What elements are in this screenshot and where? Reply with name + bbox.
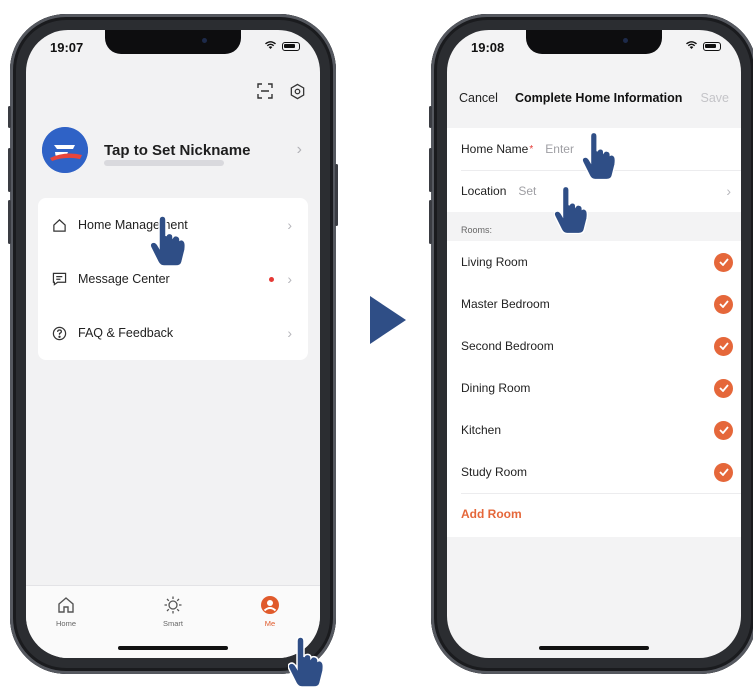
tab-smart[interactable]: Smart — [143, 594, 203, 628]
room-row-living-room[interactable]: Living Room — [447, 241, 741, 283]
room-row-master-bedroom[interactable]: Master Bedroom — [447, 283, 741, 325]
profile-icon — [240, 594, 300, 616]
cancel-button[interactable]: Cancel — [459, 91, 498, 105]
volume-down-button — [8, 200, 11, 244]
volume-up-button — [429, 148, 432, 192]
notch — [105, 30, 241, 54]
home-name-input[interactable]: Enter — [545, 142, 574, 156]
mute-switch — [8, 106, 11, 128]
brand-logo-icon — [42, 127, 88, 173]
location-label: Location — [461, 184, 507, 198]
tab-me[interactable]: Me — [240, 594, 300, 628]
room-row-study-room[interactable]: Study Room — [447, 451, 741, 493]
room-name: Dining Room — [461, 381, 531, 395]
pointing-hand-icon — [288, 636, 324, 688]
status-icons — [685, 40, 721, 53]
rooms-section: Living Room Master Bedroom Second Bedroo… — [447, 241, 741, 537]
settings-gear-icon[interactable] — [288, 82, 306, 100]
pointing-hand-icon — [554, 186, 588, 234]
left-screen: 19:07 Tap to Set Nickname › Home Managem… — [26, 30, 320, 658]
battery-icon — [282, 42, 300, 51]
home-icon — [36, 594, 96, 616]
checkmark-icon[interactable] — [714, 420, 733, 440]
menu-item-label: FAQ & Feedback — [78, 326, 174, 340]
room-name: Study Room — [461, 465, 528, 479]
room-row-second-bedroom[interactable]: Second Bedroom — [447, 325, 741, 367]
chevron-right-icon: › — [726, 183, 731, 199]
left-phone: 19:07 Tap to Set Nickname › Home Managem… — [8, 14, 338, 674]
tab-label: Smart — [162, 619, 183, 628]
chevron-right-icon: › — [287, 271, 292, 287]
room-name: Kitchen — [461, 423, 502, 437]
unread-dot — [269, 276, 274, 282]
home-name-label: Home Name — [461, 142, 529, 156]
right-phone: 19:08 Cancel Complete Home Information S… — [429, 14, 753, 674]
wifi-icon — [264, 40, 277, 53]
checkmark-icon[interactable] — [714, 462, 733, 482]
add-room-button[interactable]: Add Room — [447, 493, 741, 535]
volume-up-button — [8, 148, 11, 192]
chevron-right-icon: › — [296, 141, 302, 158]
chevron-right-icon: › — [287, 325, 292, 341]
power-button — [335, 164, 338, 226]
room-row-kitchen[interactable]: Kitchen — [447, 409, 741, 451]
avatar — [42, 127, 88, 173]
status-time: 19:08 — [471, 40, 505, 55]
mute-switch — [429, 106, 432, 128]
battery-icon — [703, 42, 721, 51]
checkmark-icon[interactable] — [714, 294, 733, 314]
nav-bar: Cancel Complete Home Information Save — [447, 86, 741, 110]
chevron-right-icon: › — [287, 217, 292, 233]
pointing-hand-icon — [582, 132, 616, 180]
house-icon — [50, 216, 68, 234]
page-title: Complete Home Information — [515, 91, 683, 105]
pointing-hand-icon — [150, 216, 186, 266]
status-icons — [264, 40, 300, 53]
next-step-arrow-icon — [370, 296, 406, 344]
home-indicator — [118, 646, 228, 650]
room-name: Living Room — [461, 255, 528, 269]
message-icon — [50, 270, 68, 288]
notch — [526, 30, 662, 54]
wifi-icon — [685, 40, 698, 53]
tab-label: Home — [55, 619, 76, 628]
home-indicator — [539, 646, 649, 650]
checkmark-icon[interactable] — [714, 252, 733, 272]
save-button[interactable]: Save — [701, 91, 730, 105]
nickname-prompt: Tap to Set Nickname — [104, 141, 251, 159]
tab-home[interactable]: Home — [36, 594, 96, 628]
tab-label: Me — [264, 619, 276, 628]
menu-item-label: Message Center — [78, 272, 170, 286]
location-value: Set — [518, 184, 537, 198]
checkmark-icon[interactable] — [714, 378, 733, 398]
sun-icon — [143, 594, 203, 616]
room-name: Master Bedroom — [461, 297, 550, 311]
checkmark-icon[interactable] — [714, 336, 733, 356]
menu-item-faq-feedback[interactable]: FAQ & Feedback › — [50, 306, 296, 360]
volume-down-button — [429, 200, 432, 244]
room-row-dining-room[interactable]: Dining Room — [447, 367, 741, 409]
scan-icon[interactable] — [256, 82, 274, 100]
right-screen: 19:08 Cancel Complete Home Information S… — [447, 30, 741, 658]
required-mark: * — [529, 143, 534, 155]
room-name: Second Bedroom — [461, 339, 554, 353]
status-time: 19:07 — [50, 40, 84, 55]
question-icon — [50, 324, 68, 342]
profile-row[interactable]: Tap to Set Nickname › — [42, 122, 304, 178]
rooms-header: Rooms: — [461, 225, 493, 235]
email-redacted — [104, 160, 224, 166]
